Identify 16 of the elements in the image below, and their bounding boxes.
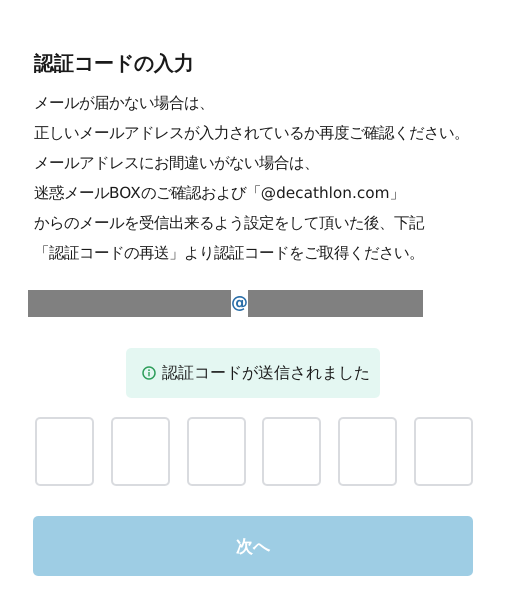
code-digit-field[interactable] [186,417,246,486]
code-digit-field[interactable] [110,417,170,486]
description-line: 正しいメールアドレスが入力されているか再度ご確認ください。 [34,123,469,144]
description-line: 「認証コードの再送」より認証コードをご取得ください。 [34,243,424,264]
info-icon [142,366,156,380]
page-title: 認証コードの入力 [34,50,195,77]
description-line: メールが届かない場合は、 [34,93,214,114]
code-digit-field[interactable] [35,417,94,486]
description-line: 迷惑メールBOXのご確認および「@decathlon.com」 [34,183,404,204]
description-line: からのメールを受信出来るよう設定をして頂いた後、下記 [34,213,424,234]
notice-text: 認証コードが送信されました [162,362,370,384]
description-line: メールアドレスにお間違いがない場合は、 [34,153,319,174]
code-digit-field[interactable] [262,417,322,486]
email-separator: @ [231,293,248,313]
code-digit-field[interactable] [414,417,473,486]
code-digit-field[interactable] [338,417,398,486]
